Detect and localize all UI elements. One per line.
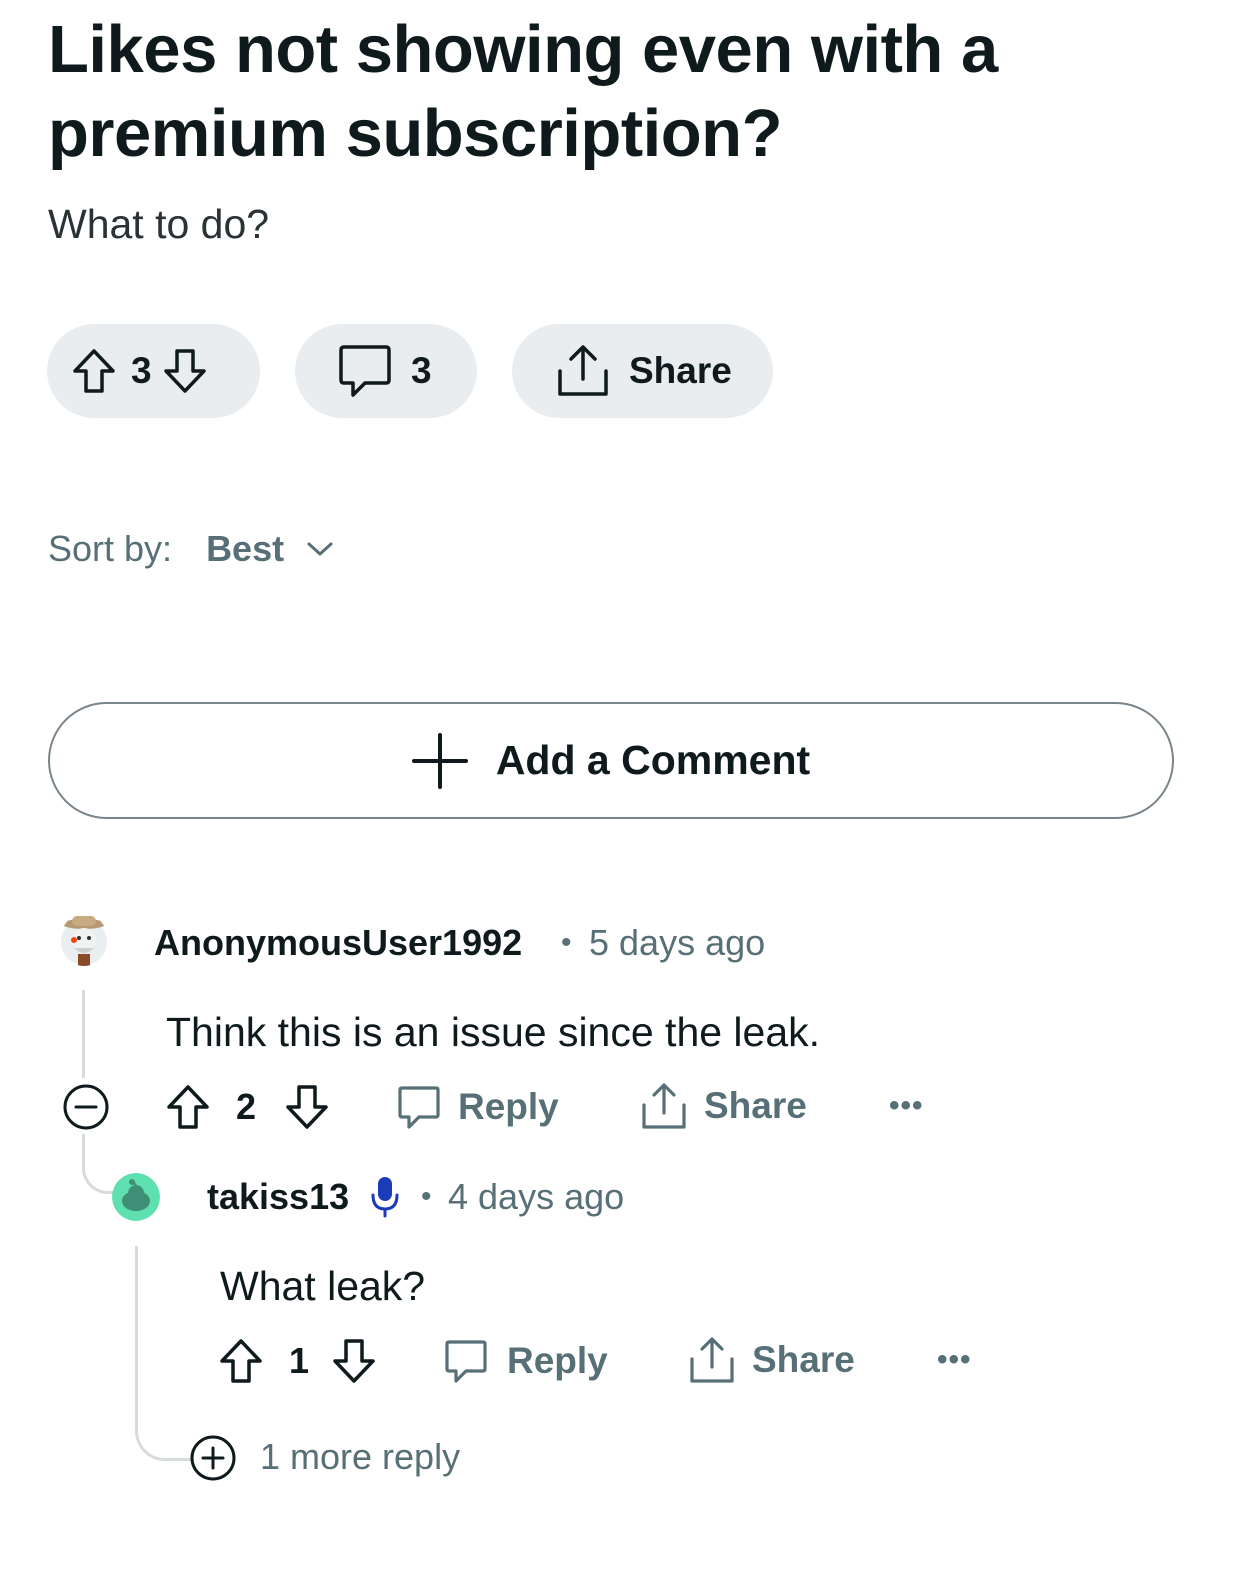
upvote-icon	[220, 1339, 262, 1383]
share-icon	[558, 345, 608, 396]
upvote-icon	[167, 1085, 209, 1129]
post-title: Likes not showing even with a premium su…	[48, 12, 998, 171]
comment-action-bar: 2 Reply Share •••	[0, 1077, 1242, 1137]
comment-icon	[445, 1340, 487, 1383]
comment-timestamp: 5 days ago	[589, 922, 766, 963]
downvote-button[interactable]	[162, 347, 208, 395]
upvote-button[interactable]	[165, 1083, 211, 1136]
share-label: Share	[704, 1085, 807, 1126]
sort-dropdown[interactable]: Sort by: Best	[48, 526, 334, 572]
post-body: What to do?	[48, 201, 270, 247]
separator-dot: •	[421, 1180, 432, 1213]
separator-dot: •	[561, 926, 572, 959]
share-button[interactable]: Share	[640, 1081, 807, 1131]
more-replies-link[interactable]: 1 more reply	[260, 1435, 460, 1479]
comment-icon	[398, 1086, 440, 1129]
post-page: Likes not showing even with a premium su…	[0, 0, 1242, 1594]
post-score: 3	[131, 350, 152, 391]
comment-username[interactable]: takiss13	[207, 1175, 349, 1219]
add-comment-label: Add a Comment	[495, 737, 811, 783]
share-icon	[642, 1083, 686, 1129]
chevron-down-icon	[307, 542, 333, 556]
thread-line	[82, 990, 85, 1078]
comment-action-bar: 1 Reply Share •••	[0, 1331, 1242, 1391]
comment-score: 2	[236, 1086, 257, 1127]
share-label: Share	[752, 1339, 855, 1380]
plus-circle-icon	[190, 1435, 236, 1481]
downvote-icon	[286, 1085, 328, 1129]
comment-username[interactable]: AnonymousUser1992	[154, 921, 522, 965]
comment-score: 1	[289, 1340, 310, 1381]
reply-button[interactable]: Reply	[443, 1337, 608, 1385]
downvote-button[interactable]	[331, 1337, 377, 1390]
upvote-button[interactable]	[218, 1337, 264, 1390]
downvote-button[interactable]	[284, 1083, 330, 1136]
share-button[interactable]: Share	[688, 1335, 855, 1385]
share-icon	[690, 1337, 734, 1383]
share-label: Share	[629, 350, 732, 391]
comment-count: 3	[411, 350, 432, 391]
more-options-button[interactable]: •••	[889, 1089, 924, 1123]
plus-icon	[411, 732, 468, 789]
comment-icon	[339, 345, 391, 397]
avatar[interactable]	[60, 914, 108, 966]
vote-pill: 3	[47, 324, 260, 418]
comments-button[interactable]: 3	[295, 324, 477, 418]
add-comment-button[interactable]: Add a Comment	[48, 702, 1174, 819]
upvote-icon	[73, 349, 115, 393]
expand-replies-button[interactable]	[189, 1434, 237, 1482]
sort-label: Sort by:	[48, 528, 173, 569]
reply-label: Reply	[458, 1086, 559, 1127]
microphone-icon	[369, 1175, 401, 1224]
sort-value: Best	[206, 528, 285, 569]
comment-text: What leak?	[220, 1263, 426, 1309]
reply-button[interactable]: Reply	[396, 1083, 559, 1131]
comment-timestamp: 4 days ago	[448, 1176, 625, 1217]
upvote-button[interactable]	[71, 347, 117, 395]
share-button[interactable]: Share	[512, 324, 773, 418]
downvote-icon	[333, 1339, 375, 1383]
thread-line	[82, 1134, 114, 1194]
comment-text: Think this is an issue since the leak.	[166, 1009, 821, 1055]
reply-label: Reply	[507, 1340, 608, 1381]
avatar[interactable]	[112, 1173, 160, 1221]
more-options-button[interactable]: •••	[937, 1343, 972, 1377]
downvote-icon	[163, 349, 206, 393]
